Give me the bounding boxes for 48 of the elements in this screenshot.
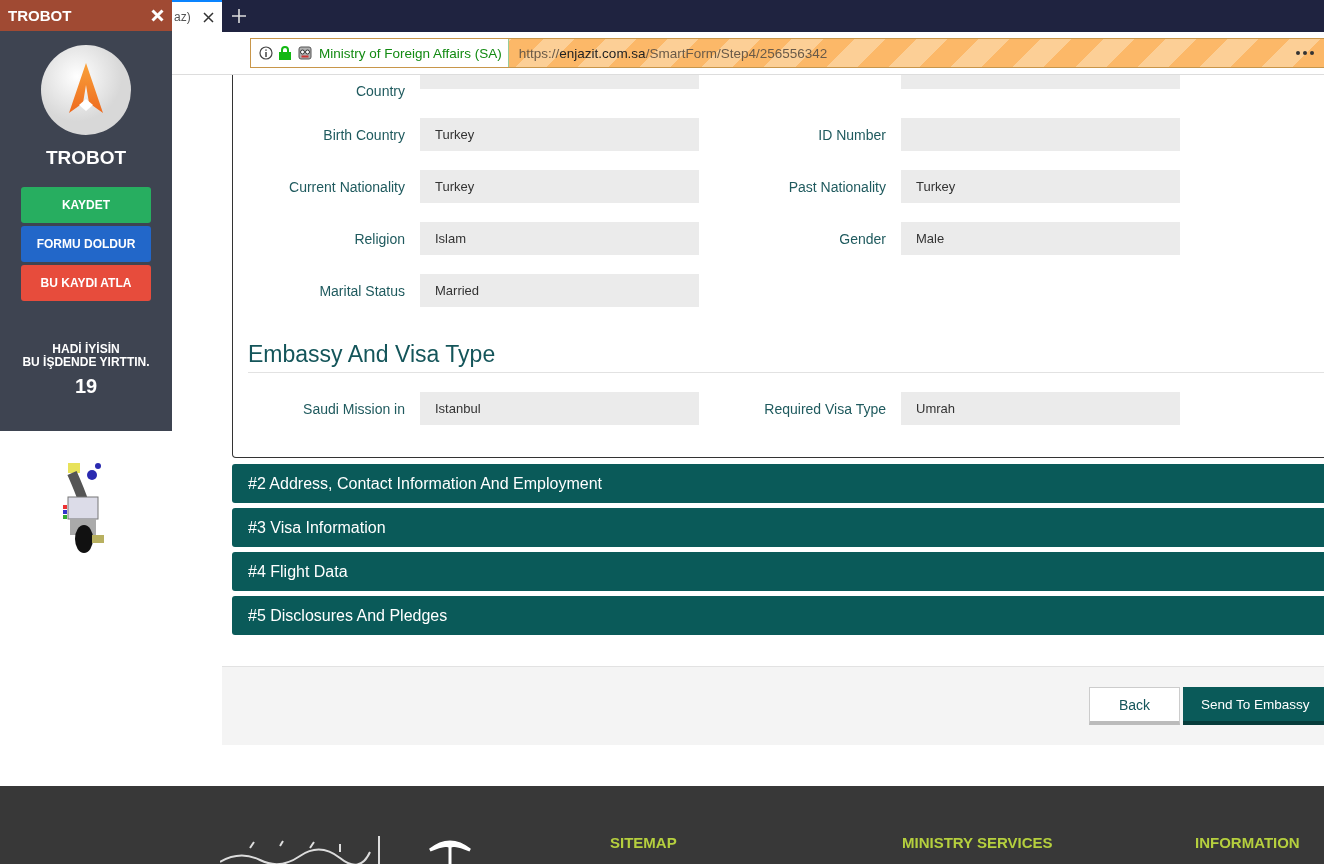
field-label: Current Nationality	[288, 178, 405, 195]
field-label: Past Nationality	[787, 178, 886, 195]
more-icon[interactable]	[1296, 51, 1314, 55]
close-icon[interactable]	[203, 11, 214, 23]
input-field[interactable]	[901, 75, 1180, 89]
action-button[interactable]: FORMU DOLDUR	[21, 226, 151, 262]
accordion-header[interactable]: #3 Visa Information	[232, 508, 1324, 547]
input-field[interactable]: Umrah	[901, 392, 1180, 425]
footer-heading: MINISTRY SERVICES	[902, 834, 1054, 851]
input-field[interactable]: Male	[901, 222, 1180, 255]
field-label: Required Visa Type	[763, 400, 886, 417]
field-label: Gender	[838, 230, 886, 247]
lock-icon	[279, 46, 291, 60]
field-label: ID Number	[817, 126, 886, 143]
input-field[interactable]: Married	[420, 274, 699, 307]
counter: 19	[74, 375, 98, 398]
field-label: Marital Status	[318, 282, 405, 299]
input-field[interactable]: Turkey	[420, 118, 699, 151]
accordion-header[interactable]: #4 Flight Data	[232, 552, 1324, 591]
field-label: Birth Country	[322, 126, 405, 143]
section-heading: Embassy And Visa Type	[248, 341, 497, 368]
footer-heading: INFORMATION	[1195, 834, 1300, 851]
field-label: Country	[354, 82, 405, 99]
back-button[interactable]: Back	[1089, 687, 1180, 725]
panel-title: TROBOT	[8, 7, 72, 24]
field-label: Saudi Mission in	[302, 400, 405, 417]
accordion-header[interactable]: #5 Disclosures And Pledges	[232, 596, 1324, 635]
address-bar[interactable]: Ministry of Foreign Affairs (SA) https://enjazit.com.sa/SmartForm/Step4/256556342	[250, 38, 1324, 68]
info-icon[interactable]	[259, 46, 273, 60]
input-field[interactable]: Islam	[420, 222, 699, 255]
url-text: https://enjazit.com.sa/SmartForm/Step4/256556342	[518, 45, 828, 61]
send-button[interactable]: Send To Embassy	[1183, 687, 1324, 725]
logo-icon	[41, 45, 131, 135]
footer-heading: SITEMAP	[610, 834, 678, 851]
tab-title: az)	[174, 10, 191, 24]
input-field[interactable]: Istanbul	[420, 392, 699, 425]
new-tab-icon[interactable]	[232, 9, 246, 23]
input-field[interactable]: Turkey	[901, 170, 1180, 203]
message-text: HADİ İYİSİN BU İŞDENDE YIRTTIN.	[22, 343, 150, 369]
browser-tab[interactable]: az)	[172, 0, 222, 32]
accordion-header[interactable]: #2 Address, Contact Information And Employment	[232, 464, 1324, 503]
action-button[interactable]: BU KAYDI ATLA	[21, 265, 151, 301]
input-field[interactable]	[420, 75, 699, 89]
brand-name: TROBOT	[45, 147, 127, 169]
input-field[interactable]: Turkey	[420, 170, 699, 203]
robot-face-icon	[297, 45, 313, 61]
field-label: Religion	[353, 230, 405, 247]
site-identity: Ministry of Foreign Affairs (SA)	[319, 45, 502, 61]
